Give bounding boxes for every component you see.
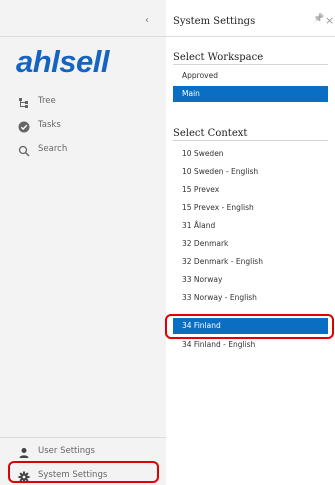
- tree-icon: [19, 98, 28, 108]
- context-option[interactable]: 33 Norway: [173, 272, 328, 288]
- ahlsell-logo: ahlsell: [16, 44, 110, 79]
- divider: [0, 437, 166, 438]
- sidebar-item-label: User Settings: [38, 446, 95, 456]
- sidebar-item-tree[interactable]: Tree: [0, 94, 166, 112]
- divider: [173, 64, 328, 65]
- workspace-option-main[interactable]: Main: [173, 86, 328, 102]
- workspace-heading: Select Workspace: [173, 52, 264, 63]
- sidebar-item-tasks[interactable]: Tasks: [0, 118, 166, 136]
- user-icon: [19, 448, 29, 458]
- context-option[interactable]: 15 Prevex - English: [173, 200, 328, 216]
- divider: [166, 36, 335, 37]
- highlight-outline: [165, 314, 334, 339]
- sidebar: ‹ ahlsell Tree Tasks Search User Setting…: [0, 0, 166, 485]
- context-option[interactable]: 10 Sweden: [173, 146, 328, 162]
- context-heading: Select Context: [173, 128, 248, 139]
- sidebar-item-user-settings[interactable]: User Settings: [0, 444, 166, 462]
- sidebar-item-label: Search: [38, 144, 68, 154]
- close-icon[interactable]: ×: [325, 14, 334, 27]
- sidebar-item-search[interactable]: Search: [0, 142, 166, 160]
- context-option[interactable]: 33 Norway - English: [173, 290, 328, 306]
- context-option[interactable]: 15 Prevex: [173, 182, 328, 198]
- tasks-check-icon: [18, 121, 30, 133]
- system-settings-panel: System Settings 📌 × Select Workspace App…: [166, 0, 335, 485]
- divider: [0, 36, 166, 37]
- context-option[interactable]: 10 Sweden - English: [173, 164, 328, 180]
- sidebar-item-label: Tree: [38, 96, 56, 106]
- context-option[interactable]: 32 Denmark - English: [173, 254, 328, 270]
- context-option[interactable]: 34 Finland - English: [173, 337, 328, 353]
- collapse-sidebar-button[interactable]: ‹: [145, 15, 149, 26]
- search-icon: [18, 145, 30, 157]
- context-option[interactable]: 31 Åland: [173, 218, 328, 234]
- context-option[interactable]: 32 Denmark: [173, 236, 328, 252]
- divider: [173, 140, 328, 141]
- sidebar-item-label: Tasks: [38, 120, 61, 130]
- workspace-option-approved[interactable]: Approved: [173, 68, 328, 84]
- pin-icon[interactable]: 📌: [313, 14, 324, 24]
- panel-title: System Settings: [173, 16, 256, 27]
- highlight-outline: [8, 461, 159, 483]
